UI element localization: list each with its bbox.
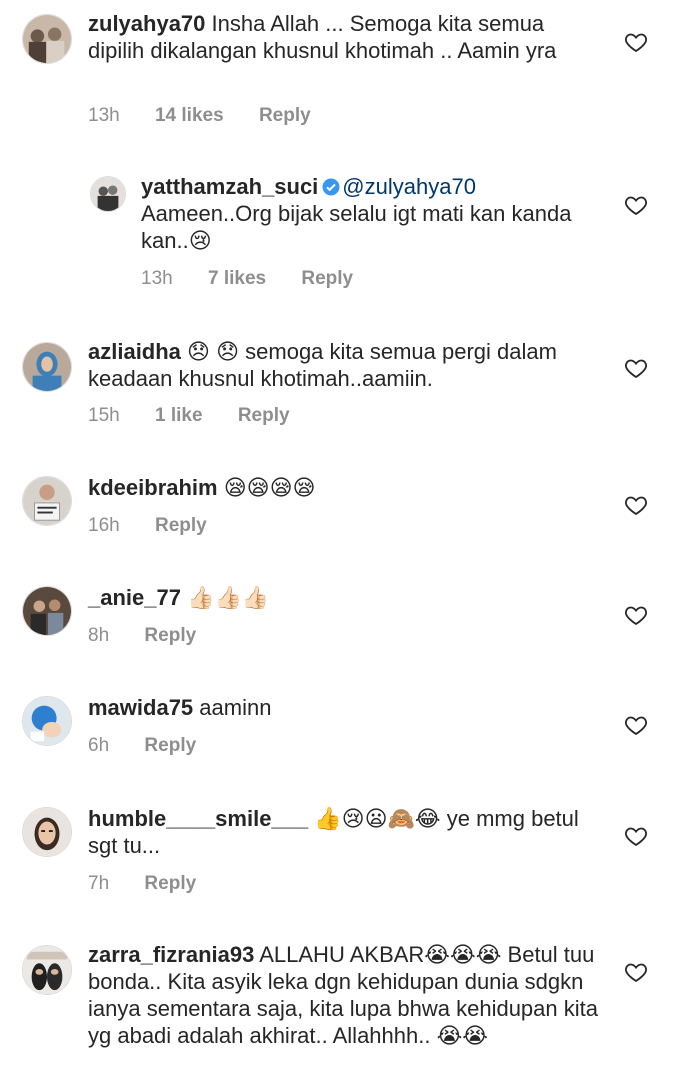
comment-time: 13h (88, 105, 120, 126)
comment-username[interactable]: zarra_fizrania93 (88, 942, 254, 967)
comment-likes[interactable]: 14 likes (155, 105, 224, 126)
comment-zulyahya70: zulyahya70 Insha Allah ... Semoga kita s… (0, 0, 682, 160)
comment-mention[interactable]: @zulyahya70 (342, 174, 476, 199)
heart-outline-icon (625, 716, 647, 736)
avatar-image (23, 477, 71, 525)
comment-body: 😪😪😪😪 (223, 475, 316, 500)
avatar[interactable] (90, 176, 126, 212)
reply-button[interactable]: Reply (144, 735, 196, 756)
comment-time: 16h (88, 515, 120, 536)
reply-button[interactable]: Reply (155, 515, 207, 536)
comment-time: 13h (141, 268, 173, 289)
comment-meta: 16h Reply (88, 515, 237, 537)
like-button[interactable] (624, 193, 648, 217)
comment-body: 👍🏻👍🏻👍🏻 (187, 585, 270, 610)
avatar[interactable] (22, 586, 72, 636)
like-button[interactable] (624, 493, 648, 517)
heart-outline-icon (625, 359, 647, 379)
avatar[interactable] (22, 342, 72, 392)
like-button[interactable] (624, 603, 648, 627)
like-button[interactable] (624, 713, 648, 737)
comment-likes[interactable]: 7 likes (208, 268, 266, 289)
comment-_anie_77: _anie_77 👍🏻👍🏻👍🏻 8h Reply (0, 576, 682, 676)
comment-humble____smile___: humble____smile___ 👍😢😦🙈😂 ye mmg betul sg… (0, 797, 682, 922)
comment-meta: 13h 7 likes Reply (141, 268, 383, 290)
verified-badge-icon (322, 178, 340, 196)
comment-zarra_fizrania93: zarra_fizrania93 ALLAHU AKBAR😭😭😭 Betul t… (0, 935, 682, 1080)
reply-button[interactable]: Reply (259, 105, 311, 126)
comment-text: zarra_fizrania93 ALLAHU AKBAR😭😭😭 Betul t… (88, 941, 598, 1049)
comment-text: kdeeibrahim 😪😪😪😪 (88, 474, 598, 501)
heart-outline-icon (625, 963, 647, 983)
avatar[interactable] (22, 807, 72, 857)
comment-text: mawida75 aaminn (88, 694, 598, 721)
avatar[interactable] (22, 945, 72, 995)
comment-text: azliaidha 😞 😞 semoga kita semua pergi da… (88, 338, 598, 392)
reply-button[interactable]: Reply (238, 405, 290, 426)
avatar-image (91, 177, 125, 211)
comment-time: 15h (88, 405, 120, 426)
comment-username[interactable]: humble____smile___ (88, 806, 308, 831)
heart-outline-icon (625, 33, 647, 53)
heart-outline-icon (625, 827, 647, 847)
like-button[interactable] (624, 356, 648, 380)
comment-meta: 7h Reply (88, 873, 226, 895)
comment-mawida75: mawida75 aaminn 6h Reply (0, 686, 682, 786)
comment-username[interactable]: kdeeibrahim (88, 475, 218, 500)
comment-meta: 6h Reply (88, 735, 226, 757)
comment-kdeeibrahim: kdeeibrahim 😪😪😪😪 16h Reply (0, 466, 682, 566)
heart-outline-icon (625, 606, 647, 626)
comment-body: Aameen..Org bijak selalu igt mati kan ka… (141, 201, 572, 253)
comment-time: 7h (88, 873, 110, 894)
comment-text: humble____smile___ 👍😢😦🙈😂 ye mmg betul sg… (88, 805, 598, 859)
comment-body: aaminn (199, 695, 272, 720)
avatar-image (23, 15, 71, 63)
comment-meta: 15h 1 like Reply (88, 405, 320, 427)
avatar[interactable] (22, 14, 72, 64)
avatar-image (23, 946, 71, 994)
avatar-image (23, 587, 71, 635)
reply-button[interactable]: Reply (301, 268, 353, 289)
like-button[interactable] (624, 960, 648, 984)
avatar-image (23, 343, 71, 391)
comment-username[interactable]: zulyahya70 (88, 11, 205, 36)
like-button[interactable] (624, 824, 648, 848)
heart-outline-icon (625, 496, 647, 516)
avatar-image (23, 808, 71, 856)
comment-username[interactable]: _anie_77 (88, 585, 181, 610)
avatar-image (23, 697, 71, 745)
comment-username[interactable]: azliaidha (88, 339, 181, 364)
comment-text: yatthamzah_suci @zulyahya70 Aameen..Org b… (141, 173, 591, 254)
reply-button[interactable]: Reply (144, 873, 196, 894)
comment-text: zulyahya70 Insha Allah ... Semoga kita s… (88, 10, 598, 64)
comment-likes[interactable]: 1 like (155, 405, 203, 426)
comment-meta: 8h Reply (88, 625, 226, 647)
comment-text: _anie_77 👍🏻👍🏻👍🏻 (88, 584, 598, 611)
like-button[interactable] (624, 30, 648, 54)
reply-button[interactable]: Reply (144, 625, 196, 646)
comment-username[interactable]: yatthamzah_suci (141, 174, 318, 199)
comment-time: 6h (88, 735, 110, 756)
comment-username[interactable]: mawida75 (88, 695, 193, 720)
comment-time: 8h (88, 625, 110, 646)
comment-meta: 13h 14 likes Reply (88, 105, 341, 127)
comment-azliaidha: azliaidha 😞 😞 semoga kita semua pergi da… (0, 330, 682, 450)
avatar[interactable] (22, 696, 72, 746)
heart-outline-icon (625, 196, 647, 216)
avatar[interactable] (22, 476, 72, 526)
reply-yatthamzah_suci: yatthamzah_suci @zulyahya70 Aameen..Org b… (0, 160, 682, 320)
